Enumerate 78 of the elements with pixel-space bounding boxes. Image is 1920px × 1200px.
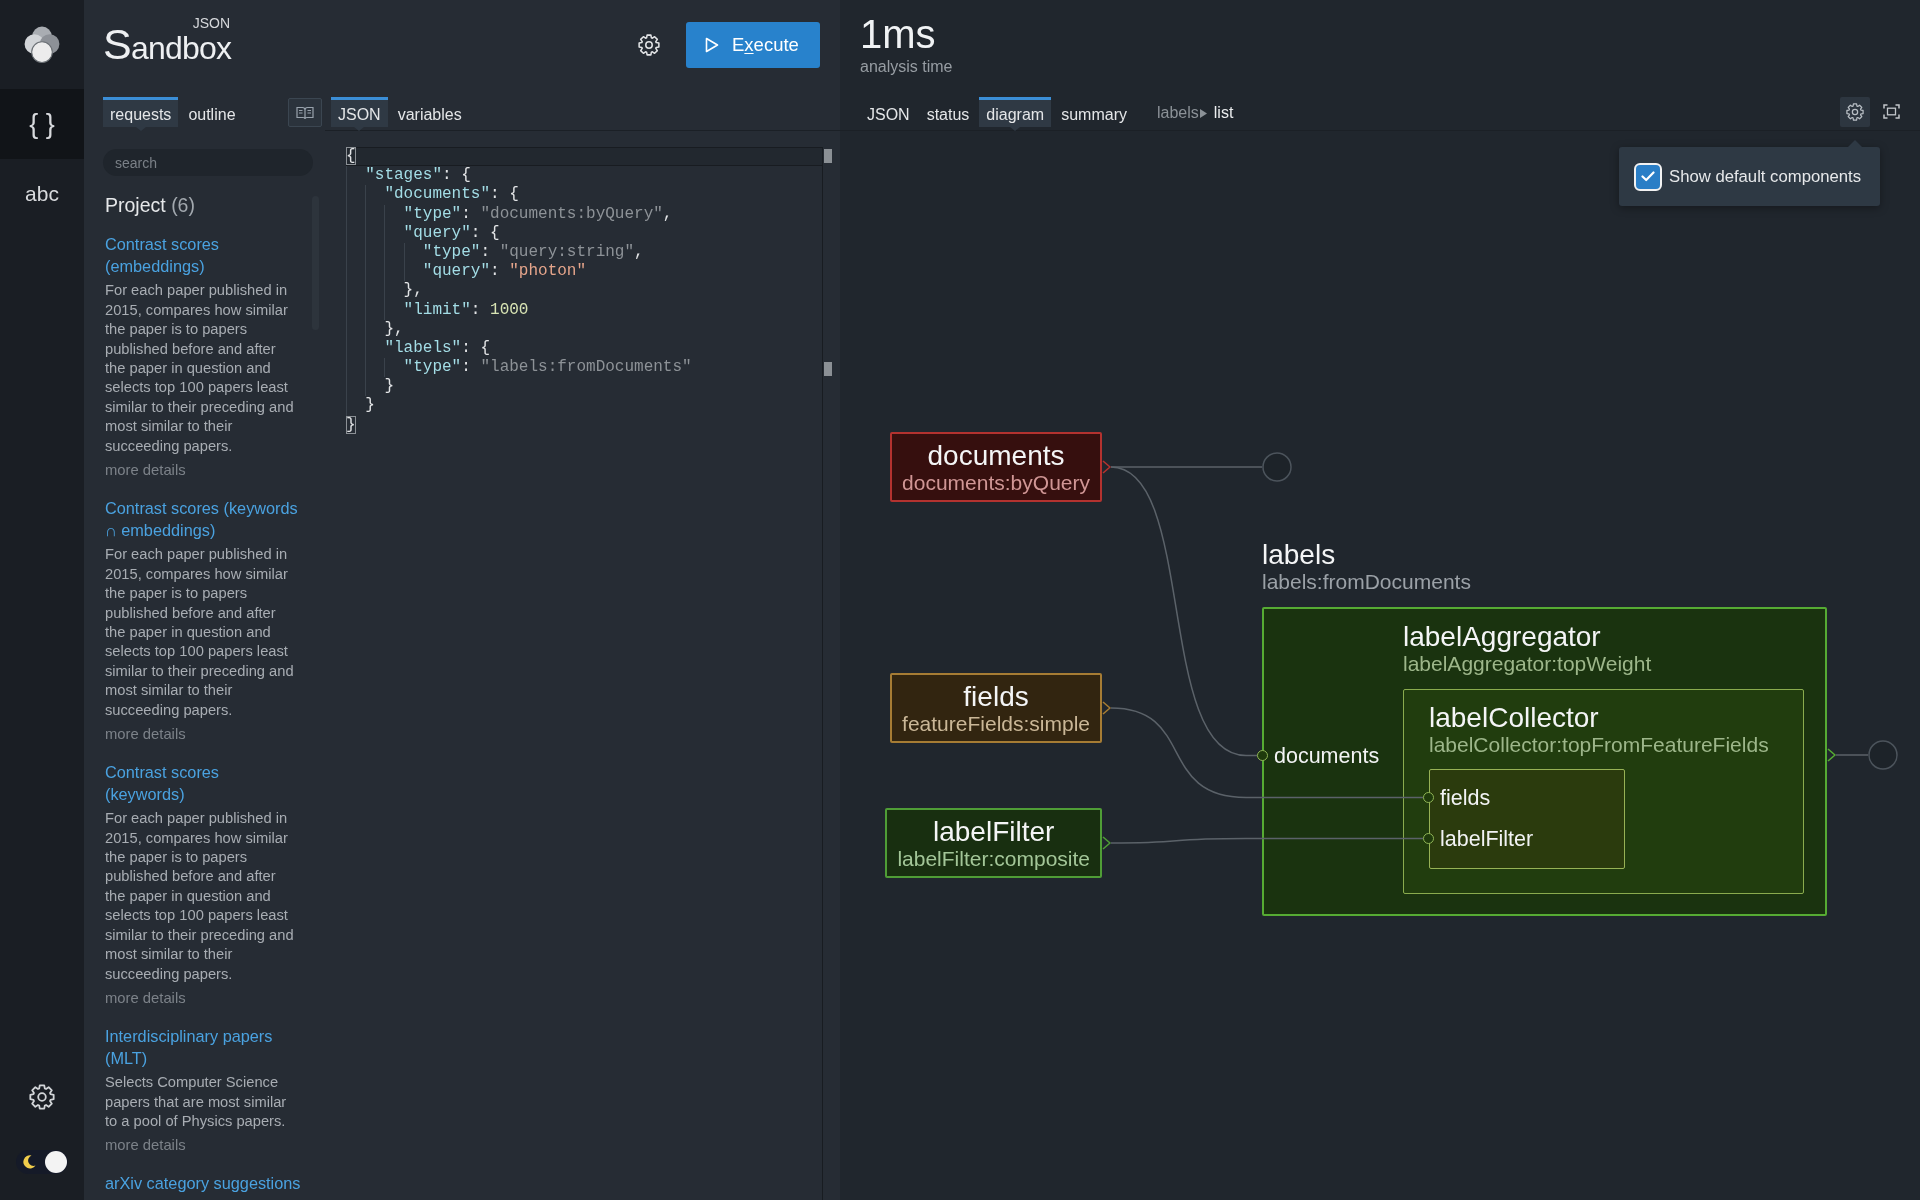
tab[interactable]: outline <box>181 97 243 131</box>
execute-button[interactable]: Execute <box>686 21 820 68</box>
request-description: For each paper published in 2015, compares how similar the paper is to papers published before and after the paper in question and selects top 100 papers least similar to their preceding and most similar to their succeeding papers. <box>105 545 295 720</box>
node-title: labelFilter <box>933 815 1055 847</box>
component-type: labelCollector:topFromFeatureFields <box>1429 733 1769 757</box>
book-button[interactable] <box>288 98 322 127</box>
component-title: labelCollector <box>1429 702 1599 733</box>
request-description: For each paper published in 2015, compares how similar the paper is to papers published before and after the paper in question and selects top 100 papers least similar to their preceding and most similar to their succeeding papers. <box>105 809 295 984</box>
tab[interactable]: status <box>919 97 977 131</box>
code-line: "labels": { <box>384 338 491 359</box>
checkbox[interactable] <box>1634 162 1662 191</box>
node-title: documents <box>927 439 1065 471</box>
request-title[interactable]: Interdisciplinary papers (MLT) <box>105 1024 302 1069</box>
code-line: { <box>346 147 356 167</box>
tab[interactable]: requests <box>103 97 179 131</box>
code-line: "type": "query:string", <box>422 242 644 263</box>
code-line: "query": { <box>403 223 500 243</box>
more-details-link[interactable]: more details <box>105 458 186 481</box>
stage-type: labels:fromDocuments <box>1262 570 1471 594</box>
group-heading: Project (6) <box>105 193 195 218</box>
tab[interactable]: summary <box>1054 97 1134 131</box>
code-line: "documents": { <box>384 185 519 205</box>
port-label: labelFilter <box>1440 825 1534 852</box>
breadcrumb-arrow-icon <box>1199 108 1207 118</box>
component-title: labelAggregator <box>1403 621 1601 652</box>
port-label: documents <box>1274 742 1380 769</box>
tab[interactable]: diagram <box>979 97 1052 131</box>
analysis-time-label: analysis time <box>860 57 953 77</box>
moon-icon <box>22 1155 36 1169</box>
settings-icon <box>1846 103 1864 121</box>
play-icon <box>705 36 719 53</box>
request-title[interactable]: Contrast scores (embeddings) <box>105 233 302 277</box>
breadcrumb-item[interactable]: list <box>1213 102 1234 124</box>
search-field[interactable]: search <box>103 149 313 176</box>
request-title[interactable]: Contrast scores (keywords ∩ embeddings) <box>105 496 302 541</box>
nav-item[interactable]: { } <box>0 89 84 159</box>
request-title[interactable]: arXiv category suggestions <box>105 1172 301 1195</box>
code-line: "query": "photon" <box>422 262 587 282</box>
node-type: labelFilter:composite <box>897 846 1090 871</box>
port-label: fields <box>1440 784 1491 811</box>
stage-title: labels <box>1262 539 1336 570</box>
request-title[interactable]: Contrast scores (keywords) <box>105 760 302 805</box>
code-line: } <box>346 415 356 435</box>
nav-item[interactable]: abc <box>0 159 84 229</box>
settings-button[interactable] <box>1840 97 1870 127</box>
node-title: fields <box>963 680 1029 712</box>
node-type: featureFields:simple <box>902 711 1090 736</box>
output-terminal-icon <box>1262 452 1292 482</box>
more-details-link[interactable]: more details <box>105 1134 186 1157</box>
tab[interactable]: JSON <box>331 97 388 131</box>
tab[interactable]: JSON <box>860 97 917 131</box>
request-description: Selects Computer Science papers that are most similar to a pool of Physics papers. <box>105 1073 288 1131</box>
analysis-time-value: 1ms <box>860 14 936 54</box>
tab[interactable]: variables <box>390 97 469 131</box>
request-description: For each paper published in 2015, compares how similar the paper is to papers published before and after the paper in question and selects top 100 papers least similar to their preceding and most similar to their succeeding papers. <box>105 281 295 456</box>
more-details-link[interactable]: more details <box>105 722 186 745</box>
code-line: } <box>365 396 375 416</box>
theme-switch[interactable] <box>16 1150 68 1174</box>
code-line: }, <box>384 319 404 339</box>
code-line: "stages": { <box>365 166 471 186</box>
code-line: } <box>384 377 394 397</box>
output-terminal-icon <box>1868 740 1898 770</box>
component-type: labelAggregator:topWeight <box>1403 652 1652 676</box>
code-line: "type": "documents:byQuery", <box>403 204 673 224</box>
code-line: }, <box>403 281 423 301</box>
code-line: "limit": 1000 <box>403 300 529 320</box>
checkbox-label: Show default components <box>1669 165 1862 188</box>
settings-icon[interactable] <box>638 33 660 56</box>
logo-icon <box>24 26 60 63</box>
code-line: "type": "labels:fromDocuments" <box>403 358 692 378</box>
connector-line <box>1835 754 1869 756</box>
node-type: documents:byQuery <box>902 470 1090 495</box>
checkmark-icon <box>1641 171 1655 182</box>
fullscreen-icon[interactable] <box>1883 104 1900 119</box>
settings-icon[interactable] <box>29 1084 55 1110</box>
book-icon <box>296 105 314 120</box>
more-details-link[interactable]: more details <box>105 986 186 1009</box>
breadcrumb-item[interactable]: labels <box>1156 102 1199 124</box>
